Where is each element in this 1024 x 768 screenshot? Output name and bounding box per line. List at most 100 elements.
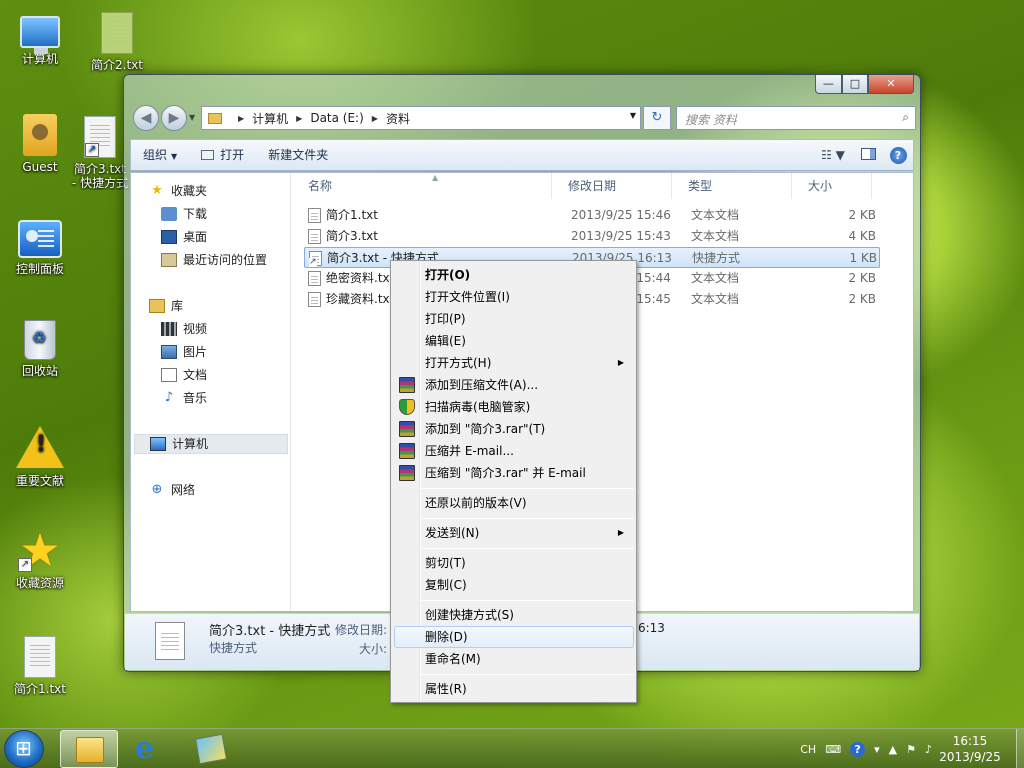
nav-computer[interactable]: 计算机 xyxy=(134,434,288,454)
show-desktop-button[interactable] xyxy=(1016,729,1024,768)
breadcrumb-separator[interactable]: ▶ xyxy=(296,114,302,123)
menu-item-rename[interactable]: 重命名(M) xyxy=(394,648,634,670)
sort-ascending-icon: ▲ xyxy=(432,173,439,182)
menu-separator xyxy=(421,674,634,675)
menu-item-scan-virus[interactable]: 扫描病毒(电脑管家) xyxy=(394,396,634,418)
desktop-icon-shortcut-jianjie3[interactable]: ↗ 简介3.txt - 快捷方式 xyxy=(70,116,130,190)
action-center-flag-icon[interactable]: ⚑ xyxy=(906,743,916,756)
help-icon[interactable]: ? xyxy=(850,741,866,757)
address-history-dropdown[interactable]: ▼ xyxy=(630,111,636,120)
open-button[interactable]: 打开 xyxy=(189,143,256,167)
search-placeholder: 搜索 资料 xyxy=(685,113,737,127)
text-file-icon xyxy=(308,271,321,286)
menu-item-open-file-location[interactable]: 打开文件位置(I) xyxy=(394,286,634,308)
change-view-button[interactable]: ☷ ▼ xyxy=(813,148,853,162)
menu-item-label: 压缩并 E-mail... xyxy=(425,444,514,458)
nav-item-music[interactable]: ♪ 音乐 xyxy=(161,388,207,408)
menu-icon[interactable]: ▾ xyxy=(874,743,880,756)
breadcrumb-separator[interactable]: ▶ xyxy=(372,114,378,123)
text-file-icon xyxy=(308,292,321,307)
file-row[interactable]: 简介1.txt 2013/9/25 15:46 文本文档 2 KB xyxy=(304,205,880,226)
command-bar: 组织 ▼ 打开 新建文件夹 ☷ ▼ ? xyxy=(130,139,914,171)
file-type: 文本文档 xyxy=(691,229,740,243)
nav-item-pictures[interactable]: 图片 xyxy=(161,342,207,362)
submenu-arrow-icon: ▶ xyxy=(617,358,624,367)
breadcrumb-drive[interactable]: Data (E:) xyxy=(310,111,363,125)
keyboard-icon[interactable]: ⌨ xyxy=(825,743,841,756)
breadcrumb-computer[interactable]: 计算机 xyxy=(252,110,288,127)
menu-item-send-to[interactable]: 发送到(N) ▶ xyxy=(394,522,634,544)
file-type: 文本文档 xyxy=(691,208,740,222)
column-header-size[interactable]: 大小 xyxy=(792,173,872,199)
help-button[interactable]: ? xyxy=(883,146,913,164)
menu-item-delete[interactable]: 删除(D) xyxy=(394,626,634,648)
file-row[interactable]: 简介3.txt 2013/9/25 15:43 文本文档 4 KB xyxy=(304,226,880,247)
nav-item-recent-places[interactable]: 最近访问的位置 xyxy=(161,250,267,270)
minimize-button[interactable]: — xyxy=(815,75,842,94)
menu-item-compress-rar-email[interactable]: 压缩到 "简介3.rar" 并 E-mail xyxy=(394,462,634,484)
navigation-pane[interactable]: ★ 收藏夹 下载 桌面 最近访问的位置 库 视频 图片 文档 ♪ 音乐 计算机 ⊕ 网… xyxy=(131,173,291,611)
breadcrumb-folder[interactable]: 资料 xyxy=(386,110,410,127)
folder-icon xyxy=(208,112,222,124)
menu-item-create-shortcut[interactable]: 创建快捷方式(S) xyxy=(394,604,634,626)
nav-favorites[interactable]: ★ 收藏夹 xyxy=(149,181,207,201)
menu-item-properties[interactable]: 属性(R) xyxy=(394,678,634,700)
menu-item-open[interactable]: 打开(O) xyxy=(394,264,634,286)
menu-item-add-to-archive[interactable]: 添加到压缩文件(A)... xyxy=(394,374,634,396)
preview-pane-button[interactable] xyxy=(853,147,883,163)
address-bar[interactable]: ▶ 计算机 ▶ Data (E:) ▶ 资料 ▼ xyxy=(201,106,641,130)
file-type: 文本文档 xyxy=(691,271,740,285)
nav-item-desktop[interactable]: 桌面 xyxy=(161,227,207,247)
menu-item-add-to-rar[interactable]: 添加到 "简介3.rar"(T) xyxy=(394,418,634,440)
menu-item-restore-previous-versions[interactable]: 还原以前的版本(V) xyxy=(394,492,634,514)
menu-item-label: 打开方式(H) xyxy=(425,356,492,370)
column-header-date[interactable]: 修改日期 xyxy=(552,173,672,199)
recent-pages-dropdown[interactable]: ▼ xyxy=(189,113,195,122)
language-indicator[interactable]: CH xyxy=(800,743,816,756)
new-folder-button[interactable]: 新建文件夹 xyxy=(256,143,340,167)
organize-label: 组织 xyxy=(143,148,168,162)
search-icon[interactable]: ⌕ xyxy=(902,110,909,125)
clock[interactable]: 16:15 2013/9/25 xyxy=(926,729,1014,768)
desktop-icon-guest[interactable]: Guest xyxy=(0,114,80,174)
clock-date: 2013/9/25 xyxy=(939,750,1001,764)
nav-libraries[interactable]: 库 xyxy=(149,296,183,316)
forward-button[interactable]: ▶ xyxy=(161,105,187,131)
menu-item-open-with[interactable]: 打开方式(H) ▶ xyxy=(394,352,634,374)
column-header-name[interactable]: ▲ 名称 xyxy=(292,173,552,199)
star-icon: ★ xyxy=(151,183,163,198)
desktop-icon-control-panel[interactable]: 控制面板 xyxy=(0,220,80,276)
menu-item-copy[interactable]: 复制(C) xyxy=(394,574,634,596)
show-hidden-icons-arrow[interactable]: ▲ xyxy=(889,743,897,756)
taskbar-app-button[interactable] xyxy=(182,730,240,768)
maximize-button[interactable]: □ xyxy=(842,75,868,94)
desktop-icon-file-jianjie1[interactable]: 简介1.txt xyxy=(0,636,80,696)
breadcrumb-separator[interactable]: ▶ xyxy=(238,114,244,123)
file-size: 2 KB xyxy=(848,292,876,306)
nav-label: 视频 xyxy=(183,322,208,336)
desktop-icon-favorites-resources[interactable]: ★ ↗ 收藏资源 xyxy=(0,527,80,590)
nav-item-documents[interactable]: 文档 xyxy=(161,365,207,385)
refresh-button[interactable]: ↻ xyxy=(643,106,671,130)
menu-item-edit[interactable]: 编辑(E) xyxy=(394,330,634,352)
menu-item-cut[interactable]: 剪切(T) xyxy=(394,552,634,574)
desktop-icon-file-jianjie2[interactable]: 简介2.txt xyxy=(77,12,157,72)
organize-button[interactable]: 组织 ▼ xyxy=(131,143,189,167)
taskbar-explorer-button[interactable] xyxy=(60,730,118,768)
desktop-icon-recycle-bin[interactable]: 回收站 xyxy=(0,320,80,378)
start-button[interactable] xyxy=(4,730,44,768)
nav-item-videos[interactable]: 视频 xyxy=(161,319,207,339)
open-icon xyxy=(201,150,215,160)
nav-network[interactable]: ⊕ 网络 xyxy=(149,480,195,500)
desktop-icon-computer[interactable]: 计算机 xyxy=(0,10,80,66)
back-button[interactable]: ◀ xyxy=(133,105,159,131)
video-icon xyxy=(161,322,177,336)
menu-item-print[interactable]: 打印(P) xyxy=(394,308,634,330)
taskbar-ie-button[interactable]: e xyxy=(120,730,178,768)
menu-item-compress-email[interactable]: 压缩并 E-mail... xyxy=(394,440,634,462)
close-button[interactable]: ✕ xyxy=(868,75,914,94)
desktop-icon-important-docs[interactable]: 重要文献 xyxy=(0,426,80,488)
nav-item-downloads[interactable]: 下载 xyxy=(161,204,207,224)
search-input[interactable]: 搜索 资料 ⌕ xyxy=(676,106,916,130)
column-header-type[interactable]: 类型 xyxy=(672,173,792,199)
